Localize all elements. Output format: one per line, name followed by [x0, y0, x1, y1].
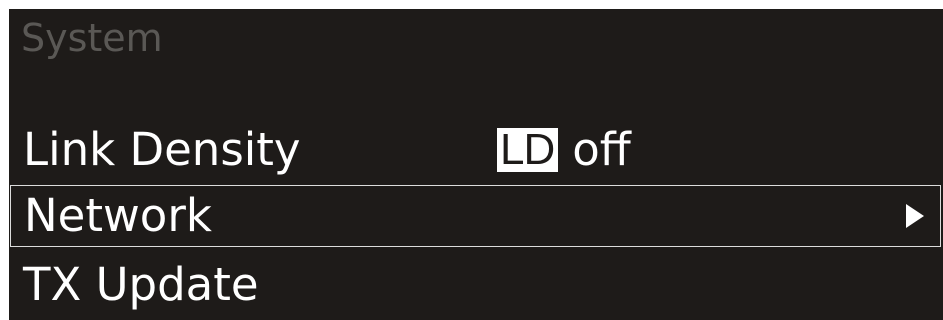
menu-item-tx-update[interactable]: TX Update [9, 254, 940, 316]
ld-badge: LD [497, 128, 559, 172]
menu-item-link-density[interactable]: Link Density LD off [9, 119, 940, 181]
device-screen: System Link Density LD off Network TX Up… [9, 9, 943, 320]
menu-item-label: Link Density [23, 123, 301, 176]
menu-title: System [21, 16, 163, 60]
menu-item-label: TX Update [23, 258, 259, 311]
menu-item-network[interactable]: Network [10, 185, 941, 247]
menu-item-label: Network [24, 189, 212, 242]
link-density-status: off [572, 123, 631, 176]
chevron-right-icon [906, 204, 924, 228]
link-density-value: LD off [497, 119, 631, 181]
